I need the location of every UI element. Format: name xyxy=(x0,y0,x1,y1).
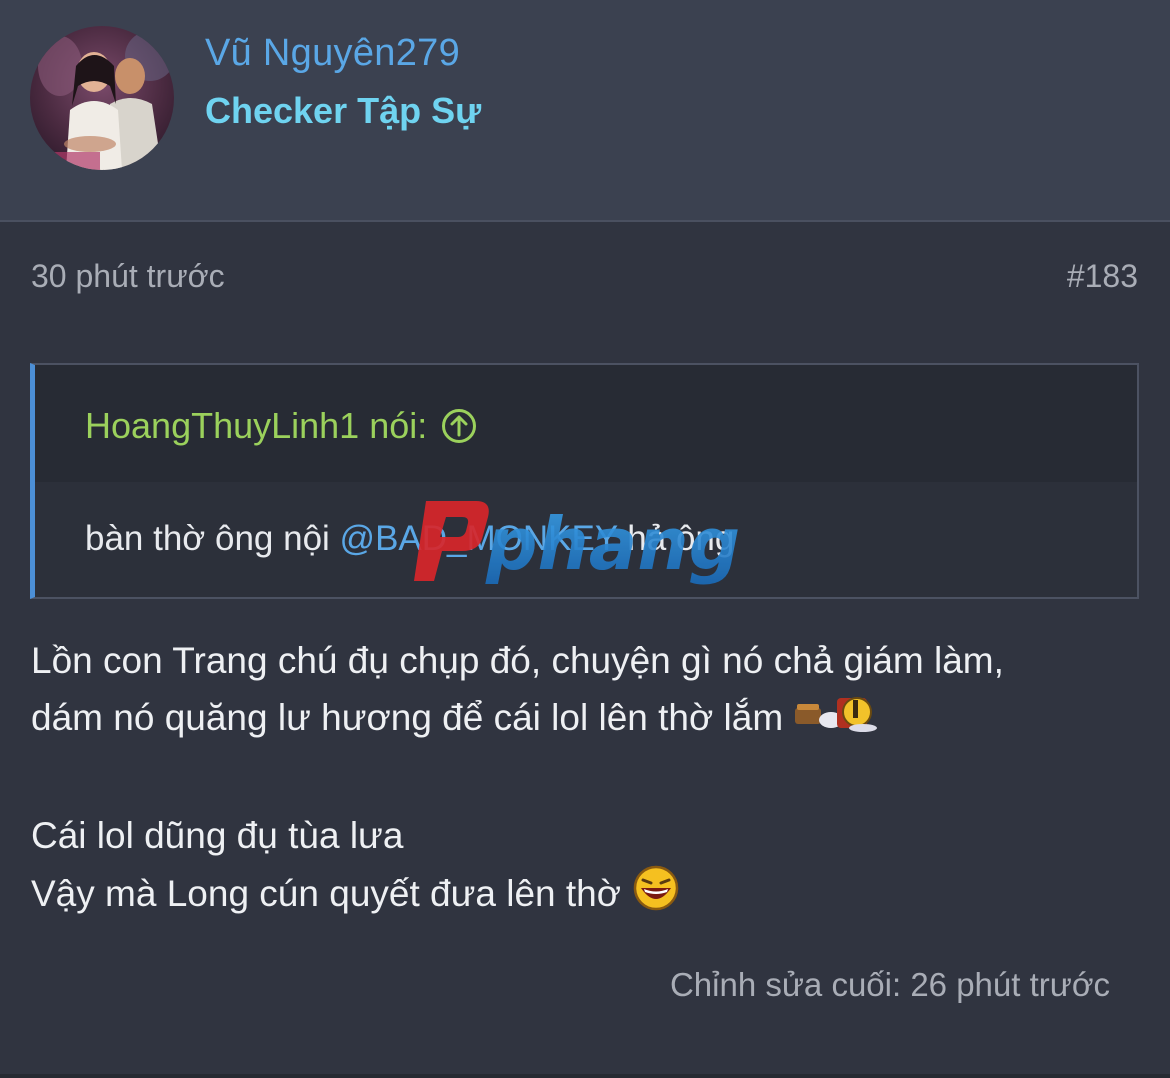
message-line: dám nó quăng lư hương để cái lol lên thờ… xyxy=(31,697,784,738)
message-line-with-emoji: Vậy mà Long cún quyết đưa lên thờ xyxy=(31,864,1004,928)
arrow-up-circle-icon[interactable] xyxy=(441,408,477,444)
post-time[interactable]: 30 phút trước xyxy=(31,258,225,295)
message-line: Lồn con Trang chú đụ chụp đó, chuyện gì … xyxy=(31,640,1004,681)
post-header: Vũ Nguyên279 Checker Tập Sự xyxy=(0,0,1170,222)
watermark-logo: phang xyxy=(412,495,762,586)
message-line-with-emoji: dám nó quăng lư hương để cái lol lên thờ… xyxy=(31,689,1004,750)
quote-author-label: HoangThuyLinh1 nói: xyxy=(85,405,428,446)
avatar[interactable] xyxy=(30,26,174,170)
message-line: Vậy mà Long cún quyết đưa lên thờ xyxy=(31,873,622,914)
username[interactable]: Vũ Nguyên279 xyxy=(205,32,460,75)
post-number[interactable]: #183 xyxy=(1067,258,1138,295)
quote-header: HoangThuyLinh1 nói: xyxy=(35,365,1137,482)
message-line: Cái lol dũng đụ tùa lưa xyxy=(31,815,404,857)
user-title: Checker Tập Sự xyxy=(205,90,482,131)
quote-author[interactable]: HoangThuyLinh1 nói: xyxy=(85,405,477,447)
svg-text:phang: phang xyxy=(485,502,740,585)
sleeping-emoji-icon xyxy=(793,690,879,750)
post-divider xyxy=(0,1074,1170,1078)
quote-text-before: bàn thờ ông nội xyxy=(85,519,340,558)
laughing-emoji-icon xyxy=(631,864,681,928)
last-edited-note: Chỉnh sửa cuối: 26 phút trước xyxy=(669,966,1110,1003)
message-text: Lồn con Trang chú đụ chụp đó, chuyện gì … xyxy=(31,632,1004,928)
post-body: 30 phút trước #183 HoangThuyLinh1 nói: b… xyxy=(0,222,1170,1078)
